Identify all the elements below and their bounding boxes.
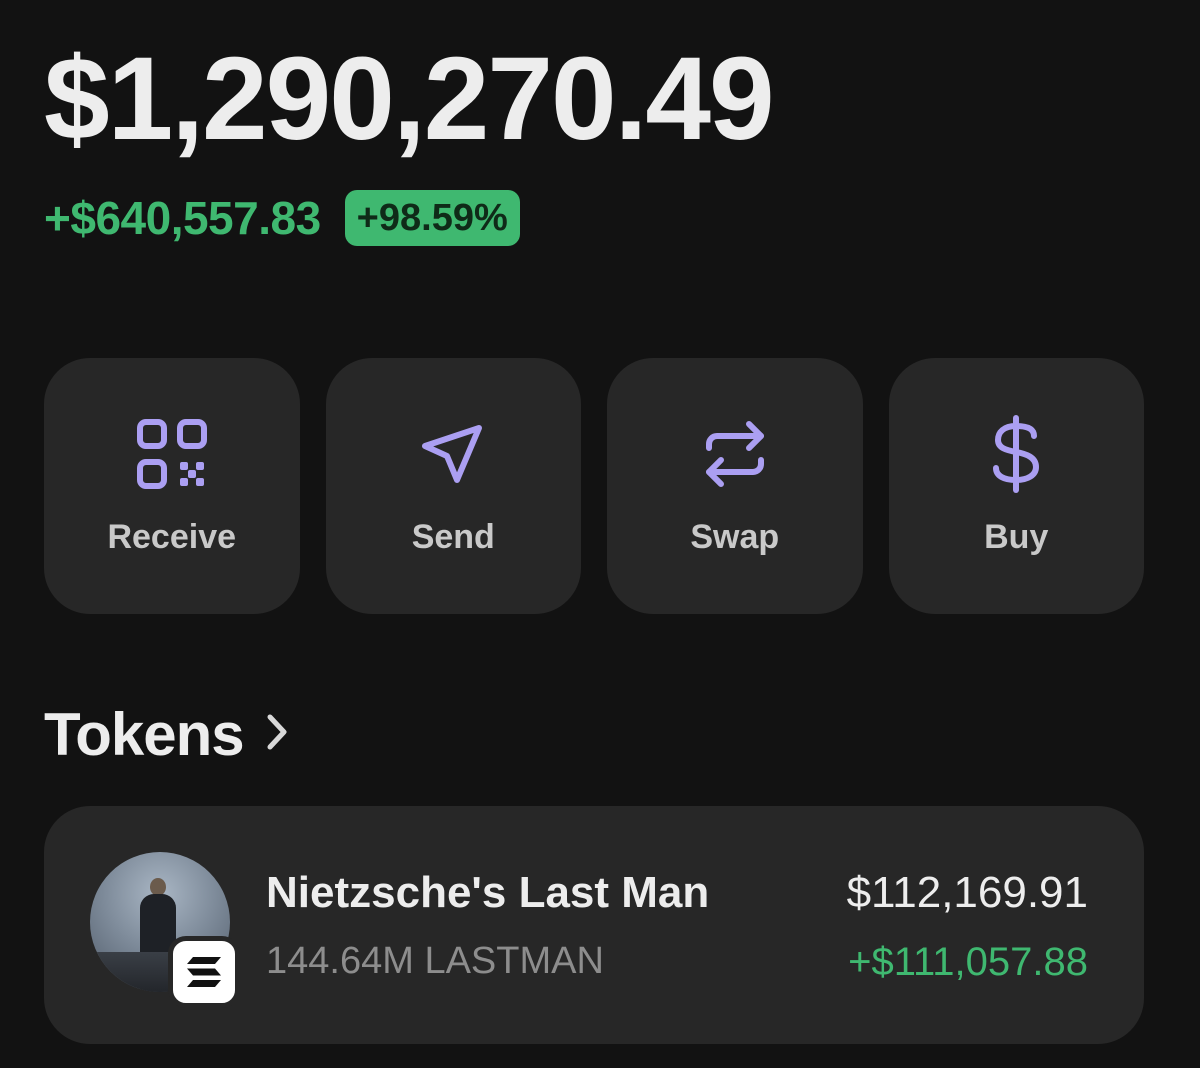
token-amount: 144.64M LASTMAN — [266, 940, 604, 982]
tokens-section-link[interactable]: Tokens — [44, 700, 288, 769]
chevron-right-icon — [266, 713, 288, 756]
change-percent-badge: +98.59% — [344, 190, 520, 246]
token-value: $112,169.91 — [846, 868, 1088, 917]
qr-code-icon — [132, 414, 212, 494]
send-arrow-icon — [413, 414, 493, 494]
token-name: Nietzsche's Last Man — [266, 868, 710, 917]
receive-button[interactable]: Receive — [44, 358, 300, 614]
swap-button[interactable]: Swap — [607, 358, 863, 614]
action-bar: Receive Send Swap Buy — [44, 358, 1144, 614]
buy-label: Buy — [984, 518, 1049, 556]
portfolio-balance: $1,290,270.49 — [44, 33, 775, 165]
send-button[interactable]: Send — [325, 358, 581, 614]
swap-label: Swap — [690, 518, 780, 556]
swap-arrows-icon — [695, 414, 775, 494]
receive-label: Receive — [107, 518, 237, 556]
change-amount: +$640,557.83 — [44, 192, 321, 244]
dollar-sign-icon — [976, 414, 1056, 494]
solana-icon — [168, 936, 240, 1008]
tokens-heading: Tokens — [44, 701, 245, 768]
portfolio-change: +$640,557.83 +98.59% — [44, 190, 520, 246]
buy-button[interactable]: Buy — [888, 358, 1144, 614]
send-label: Send — [411, 518, 495, 556]
token-pnl: +$111,057.88 — [848, 940, 1088, 984]
token-row[interactable]: Nietzsche's Last Man 144.64M LASTMAN $11… — [44, 806, 1144, 1044]
